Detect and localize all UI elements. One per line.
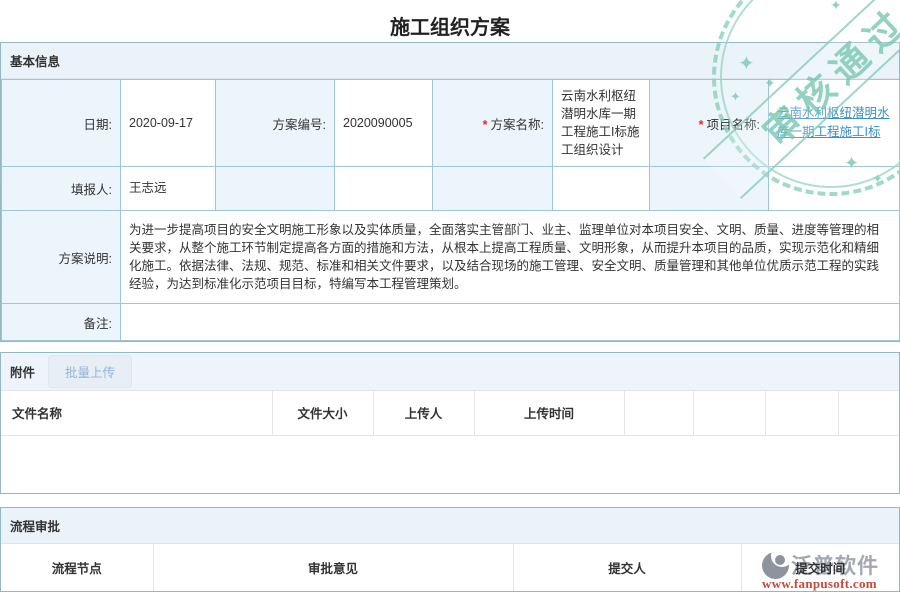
approval-section-header: 流程审批 (1, 508, 899, 544)
col-empty (838, 391, 899, 435)
plan-no-label: 方案编号: (216, 80, 335, 167)
required-asterisk: * (699, 118, 704, 132)
plan-no-value: 2020090005 (335, 80, 433, 167)
attachments-table: 文件名称 文件大小 上传人 上传时间 (1, 391, 899, 436)
plan-name-label: *方案名称: (433, 80, 553, 167)
approval-title: 流程审批 (10, 516, 60, 535)
empty-label-cell (650, 167, 769, 211)
col-empty (693, 391, 765, 435)
col-empty (624, 391, 693, 435)
attachments-title: 附件 (10, 362, 35, 381)
empty-value-cell (553, 167, 650, 211)
required-asterisk: * (483, 118, 488, 132)
basic-info-title: 基本信息 (10, 51, 60, 70)
col-file-size: 文件大小 (272, 391, 373, 435)
batch-upload-button[interactable]: 批量上传 (48, 355, 132, 388)
empty-value-cell (769, 167, 900, 211)
empty-label-cell (433, 167, 553, 211)
basic-info-section: 基本信息 日期: 2020-09-17 方案编号: 2020090005 *方案… (0, 42, 900, 342)
empty-value-cell (335, 167, 433, 211)
description-value: 为进一步提高项目的安全文明施工形象以及实体质量，全面落实主管部门、业主、监理单位… (121, 211, 900, 304)
reporter-value: 王志远 (121, 167, 216, 211)
col-flow-node: 流程节点 (1, 544, 153, 591)
date-label: 日期: (2, 80, 121, 167)
construction-plan-page: 施工组织方案 基本信息 日期: 2020-09-17 方案编号: 2020090… (0, 0, 900, 600)
col-approval-opinion: 审批意见 (153, 544, 513, 591)
basic-info-section-header: 基本信息 (1, 43, 899, 79)
col-upload-time: 上传时间 (474, 391, 624, 435)
fanpu-logo-icon (762, 552, 789, 579)
project-name-cell: 云南水利枢纽潜明水库一期工程施工I标 (769, 80, 900, 167)
empty-label-cell (216, 167, 335, 211)
attachments-section-header: 附件 批量上传 (1, 353, 899, 391)
remark-label: 备注: (2, 304, 121, 341)
reporter-label: 填报人: (2, 167, 121, 211)
remark-value (121, 304, 900, 341)
project-name-label: *项目名称: (650, 80, 769, 167)
attachments-section: 附件 批量上传 文件名称 文件大小 上传人 上传时间 (0, 352, 900, 494)
project-name-link[interactable]: 云南水利枢纽潜明水库一期工程施工I标 (777, 106, 890, 139)
description-label: 方案说明: (2, 211, 121, 304)
col-empty (765, 391, 838, 435)
attachments-empty-body (1, 436, 899, 493)
basic-info-form: 日期: 2020-09-17 方案编号: 2020090005 *方案名称: 云… (1, 79, 900, 341)
col-submitter: 提交人 (513, 544, 741, 591)
page-title: 施工组织方案 (0, 0, 900, 42)
col-file-name: 文件名称 (1, 391, 272, 435)
date-value: 2020-09-17 (121, 80, 216, 167)
plan-name-value: 云南水利枢纽潜明水库一期工程施工I标施工组织设计 (553, 80, 650, 167)
col-uploader: 上传人 (373, 391, 474, 435)
